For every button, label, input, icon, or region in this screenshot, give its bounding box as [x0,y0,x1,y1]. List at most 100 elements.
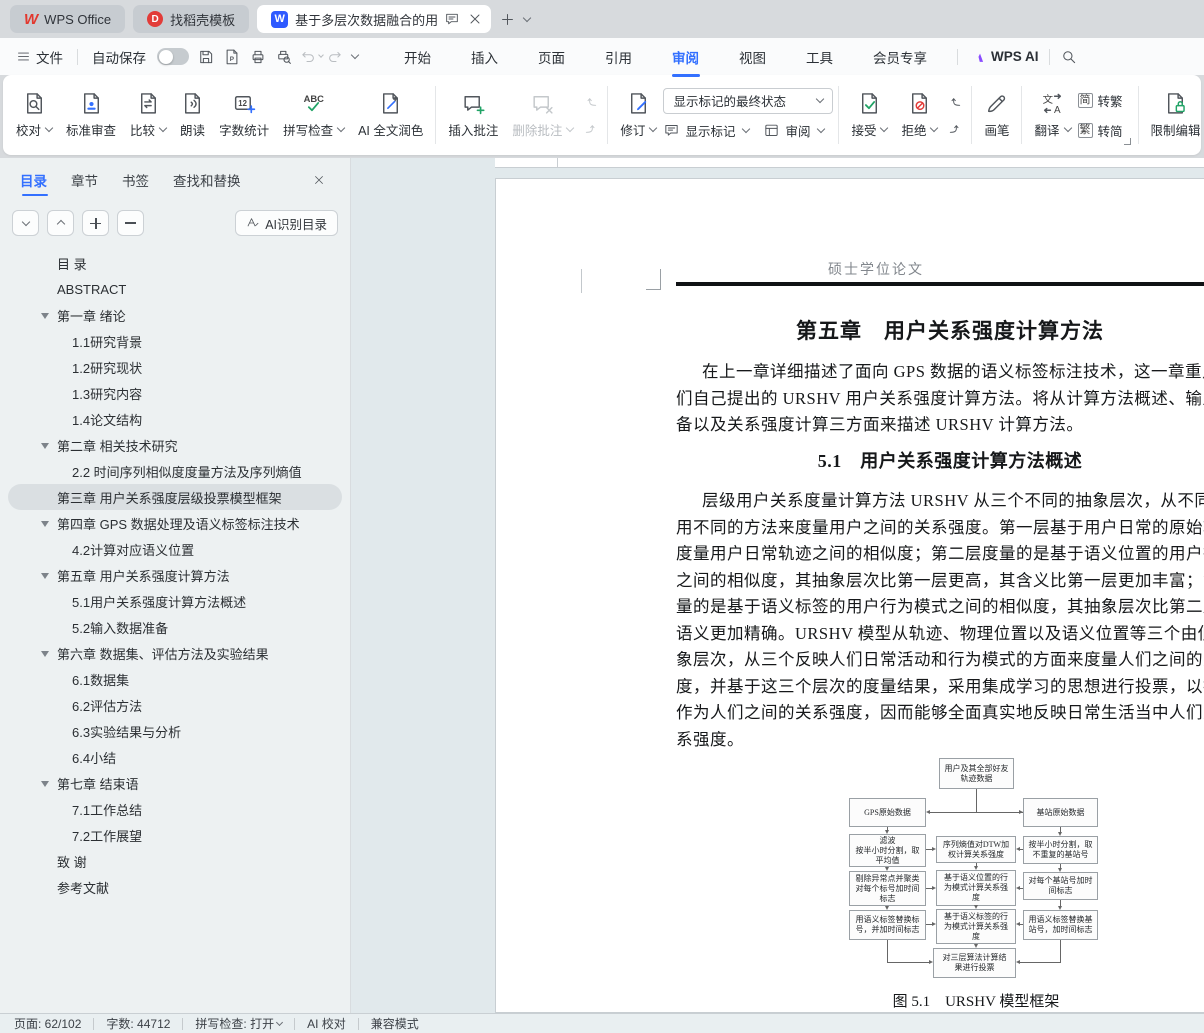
review-pane-button[interactable]: 审阅 [763,118,824,143]
tab-page[interactable]: 页面 [518,39,585,75]
tab-docer-templates[interactable]: D 找稻壳模板 [133,5,249,33]
save-button[interactable] [193,45,219,69]
tab-reference[interactable]: 引用 [585,39,652,75]
toc-item[interactable]: 第一章 绪论 [8,302,342,328]
ai-polish-button[interactable]: AI 全文润色 [351,82,430,148]
toc-item[interactable]: 5.1用户关系强度计算方法概述 [8,588,342,614]
export-pdf-button[interactable] [219,45,245,69]
close-tab-icon[interactable] [467,11,483,27]
toc-item[interactable]: 7.2工作展望 [8,822,342,848]
toc-item-selected[interactable]: 第三章 用户关系强度层级投票模型框架 [8,484,342,510]
previous-change-button[interactable] [944,91,966,113]
group-expand-icon[interactable] [1124,138,1131,145]
document-page[interactable]: 硕士学位论文 第五章 用户关系强度计算方法 在上一章详细描述了面向 GPS 数据… [495,178,1204,1013]
redo-button[interactable] [323,45,349,69]
collapse-triangle-icon[interactable] [41,443,49,449]
file-menu[interactable]: 文件 [12,47,67,67]
tab-review[interactable]: 审阅 [652,39,719,75]
collapse-triangle-icon[interactable] [41,521,49,527]
traditional-to-simplified-button[interactable]: 繁 转简 [1078,118,1123,143]
sidebar-close-icon[interactable] [312,173,332,193]
tab-home[interactable]: 开始 [384,39,451,75]
toc-item[interactable]: 2.2 时间序列相似度度量方法及序列熵值 [8,458,342,484]
reject-button[interactable]: 拒绝 [894,82,944,148]
standard-review-button[interactable]: 标准审查 [59,82,123,148]
quickbar-more-chevron-icon[interactable] [351,51,359,59]
compare-button[interactable]: 比较 [123,82,173,148]
body-line: 系强度。 [676,727,1204,754]
markup-state-select[interactable]: 显示标记的最终状态 [663,88,833,114]
toc-zoom-in-button[interactable] [82,210,109,236]
word-count-indicator[interactable]: 字数: 44712 [106,1015,170,1032]
tab-insert[interactable]: 插入 [451,39,518,75]
collapse-triangle-icon[interactable] [41,313,49,319]
toc-zoom-out-button[interactable] [117,210,144,236]
accept-button[interactable]: 接受 [844,82,894,148]
sidebar-tab-contents[interactable]: 目录 [20,170,47,196]
toc-item[interactable]: 第七章 结束语 [8,770,342,796]
sidebar-tab-chapters[interactable]: 章节 [71,170,98,196]
toc-item[interactable]: 5.2输入数据准备 [8,614,342,640]
sidebar-tab-find-replace[interactable]: 查找和替换 [173,170,241,196]
toc-item[interactable]: 1.1研究背景 [8,328,342,354]
toc-item[interactable]: 目 录 [8,250,342,276]
proofread-button[interactable]: 校对 [9,82,59,148]
read-aloud-button[interactable]: 朗读 [173,82,212,148]
spell-check-button[interactable]: 拼写检查 [276,82,351,148]
autosave-toggle[interactable] [157,48,189,65]
print-button[interactable] [245,45,271,69]
tab-tools[interactable]: 工具 [786,39,853,75]
toc-item[interactable]: 1.3研究内容 [8,380,342,406]
delete-comment-button[interactable]: 删除批注 [505,82,580,148]
toc-item[interactable]: 7.1工作总结 [8,796,342,822]
insert-comment-button[interactable]: 插入批注 [441,82,505,148]
collapse-triangle-icon[interactable] [41,781,49,787]
sidebar-tabs: 目录 章节 书签 查找和替换 [0,158,350,204]
toc-item[interactable]: 第四章 GPS 数据处理及语义标签标注技术 [8,510,342,536]
toc-item[interactable]: 6.3实验结果与分析 [8,718,342,744]
tab-view[interactable]: 视图 [719,39,786,75]
comment-bubble-icon[interactable] [444,11,460,27]
toc-item[interactable]: 6.1数据集 [8,666,342,692]
word-count-button[interactable]: 字数统计 [212,82,276,148]
toc-item[interactable]: 1.4论文结构 [8,406,342,432]
tab-document-active[interactable]: W 基于多层次数据融合的用户关 [257,5,491,33]
toc-item[interactable]: 6.2评估方法 [8,692,342,718]
tab-membership[interactable]: 会员专享 [853,39,947,75]
undo-button[interactable] [297,45,323,69]
new-tab-plus-icon[interactable] [499,11,516,28]
show-markup-button[interactable]: 显示标记 [663,118,749,143]
toc-item[interactable]: 6.4小结 [8,744,342,770]
toc-item[interactable]: 1.2研究现状 [8,354,342,380]
delete-comment-icon [530,91,555,116]
ai-proofread-button[interactable]: AI 校对 [307,1015,346,1032]
toc-item[interactable]: 4.2计算对应语义位置 [8,536,342,562]
simplified-to-traditional-button[interactable]: 简 转繁 [1078,88,1123,113]
page-indicator[interactable]: 页面: 62/102 [14,1015,81,1032]
sidebar-tab-bookmarks[interactable]: 书签 [122,170,149,196]
tab-wps-office[interactable]: W WPS Office [10,5,125,33]
next-change-button[interactable] [944,118,966,140]
toc-item[interactable]: ABSTRACT [8,276,342,302]
toc-item[interactable]: 致 谢 [8,848,342,874]
spellcheck-indicator[interactable]: 拼写检查: 打开 [195,1015,282,1032]
next-comment-button[interactable] [580,118,602,140]
toc-item[interactable]: 第五章 用户关系强度计算方法 [8,562,342,588]
search-icon[interactable] [1060,48,1078,66]
print-preview-button[interactable] [271,45,297,69]
toc-item[interactable]: 第二章 相关技术研究 [8,432,342,458]
toc-expand-button[interactable] [12,210,39,236]
collapse-triangle-icon[interactable] [41,573,49,579]
ink-pen-button[interactable]: 画笔 [977,82,1016,148]
wps-ai-button[interactable]: WPS AI [968,48,1039,65]
translate-button[interactable]: 翻译 [1027,82,1077,148]
toc-item[interactable]: 参考文献 [8,874,342,900]
toc-item[interactable]: 第六章 数据集、评估方法及实验结果 [8,640,342,666]
tab-list-chevron-icon[interactable] [523,13,531,21]
track-changes-button[interactable]: 修订 [613,82,663,148]
restrict-editing-button[interactable]: 限制编辑 [1144,82,1201,148]
previous-comment-button[interactable] [580,91,602,113]
collapse-triangle-icon[interactable] [41,651,49,657]
toc-collapse-button[interactable] [47,210,74,236]
ai-recognize-toc-button[interactable]: AI识别目录 [235,210,338,236]
